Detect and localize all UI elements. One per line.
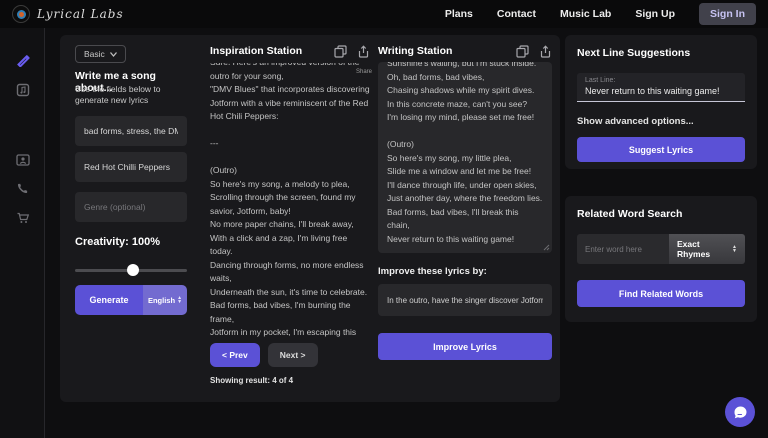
word-input[interactable] xyxy=(577,234,669,264)
share-icon[interactable] xyxy=(539,45,552,58)
brand[interactable]: Lyrical Labs xyxy=(12,5,124,23)
chat-fab-button[interactable] xyxy=(725,397,755,427)
writing-header: Writing Station xyxy=(378,45,552,58)
last-line-value: Never return to this waiting game! xyxy=(585,86,737,96)
nav-sign-up[interactable]: Sign Up xyxy=(635,8,675,20)
topbar: Lyrical Labs Plans Contact Music Lab Sig… xyxy=(0,0,768,28)
chat-bubble-icon xyxy=(733,405,748,420)
related-word-row: Exact Rhymes ▲▼ xyxy=(577,234,745,264)
sidebar-item-music[interactable] xyxy=(0,78,45,102)
sidebar-item-phone[interactable] xyxy=(0,176,45,200)
inspiration-header: Inspiration Station Share xyxy=(210,45,370,58)
language-select-label: English xyxy=(148,296,175,305)
lyrics-editor-wrap xyxy=(378,62,552,253)
sidebar-item-profile[interactable] xyxy=(0,148,45,172)
related-word-panel: Related Word Search Exact Rhymes ▲▼ Find… xyxy=(565,196,757,322)
sidebar-item-cart[interactable] xyxy=(0,206,45,230)
showing-result: Showing result: 4 of 4 xyxy=(210,376,293,385)
writing-title: Writing Station xyxy=(378,45,452,57)
nav-music-lab[interactable]: Music Lab xyxy=(560,8,611,20)
contact-card-icon xyxy=(16,153,30,167)
last-line-field[interactable]: Last Line: Never return to this waiting … xyxy=(577,73,745,102)
genre-input[interactable] xyxy=(75,192,187,222)
copy-icon[interactable] xyxy=(516,45,529,58)
select-arrows-icon: ▲▼ xyxy=(732,245,737,253)
share-icon[interactable] xyxy=(357,45,370,58)
top-nav: Plans Contact Music Lab Sign Up Sign In xyxy=(445,3,756,25)
improve-label: Improve these lyrics by: xyxy=(378,266,487,277)
phone-icon xyxy=(16,182,29,195)
music-note-icon xyxy=(16,83,30,97)
find-related-words-button[interactable]: Find Related Words xyxy=(577,280,745,307)
pencil-icon xyxy=(16,53,30,67)
topic-input[interactable] xyxy=(75,116,187,146)
result-pager: < Prev Next > xyxy=(210,343,318,367)
vinyl-record-icon xyxy=(12,5,30,23)
generate-button[interactable]: Generate xyxy=(75,285,143,315)
select-arrows-icon: ▲▼ xyxy=(177,296,182,304)
inspiration-text: Sure! Here's an improved version of the … xyxy=(210,63,370,337)
next-line-panel: Next Line Suggestions Last Line: Never r… xyxy=(565,35,757,169)
nav-contact[interactable]: Contact xyxy=(497,8,536,20)
artist-input[interactable] xyxy=(75,152,187,182)
creativity-label: Creativity: 100% xyxy=(75,236,160,248)
match-type-label: Exact Rhymes xyxy=(677,239,732,259)
last-line-label: Last Line: xyxy=(585,77,737,84)
next-line-title: Next Line Suggestions xyxy=(577,47,745,59)
workspace-panel: Basic Write me a song about... Use the f… xyxy=(60,35,560,402)
match-type-select[interactable]: Exact Rhymes ▲▼ xyxy=(669,234,745,264)
mode-select[interactable]: Basic xyxy=(75,45,126,63)
language-select[interactable]: English ▲▼ xyxy=(143,285,187,315)
writing-column: Writing Station Improve these lyrics by:… xyxy=(378,35,552,402)
inspiration-title: Inspiration Station xyxy=(210,45,302,57)
sidebar-item-write[interactable] xyxy=(0,48,45,72)
chevron-down-icon xyxy=(110,52,117,57)
related-word-title: Related Word Search xyxy=(577,208,745,220)
creativity-slider[interactable] xyxy=(75,264,187,276)
improve-input[interactable] xyxy=(378,284,552,316)
mode-select-label: Basic xyxy=(84,49,105,59)
copy-icon[interactable] xyxy=(334,45,347,58)
sign-in-button[interactable]: Sign In xyxy=(699,3,756,25)
sidebar-rail xyxy=(0,28,45,438)
inspiration-output[interactable]: Sure! Here's an improved version of the … xyxy=(210,63,370,337)
brand-name: Lyrical Labs xyxy=(37,7,124,21)
generate-row: Generate English ▲▼ xyxy=(75,285,187,315)
next-button[interactable]: Next > xyxy=(268,343,318,367)
suggest-lyrics-button[interactable]: Suggest Lyrics xyxy=(577,137,745,162)
generator-column: Basic Write me a song about... Use the f… xyxy=(75,35,191,402)
generator-subtitle: Use the fields below to generate new lyr… xyxy=(75,84,191,106)
cart-icon xyxy=(16,211,30,225)
prev-button[interactable]: < Prev xyxy=(210,343,260,367)
slider-thumb[interactable] xyxy=(127,264,139,276)
advanced-options-toggle[interactable]: Show advanced options... xyxy=(577,116,745,127)
nav-plans[interactable]: Plans xyxy=(445,8,473,20)
lyrics-editor[interactable] xyxy=(378,62,552,253)
inspiration-column: Inspiration Station Share Sure! Here's a… xyxy=(210,35,370,402)
improve-lyrics-button[interactable]: Improve Lyrics xyxy=(378,333,552,360)
